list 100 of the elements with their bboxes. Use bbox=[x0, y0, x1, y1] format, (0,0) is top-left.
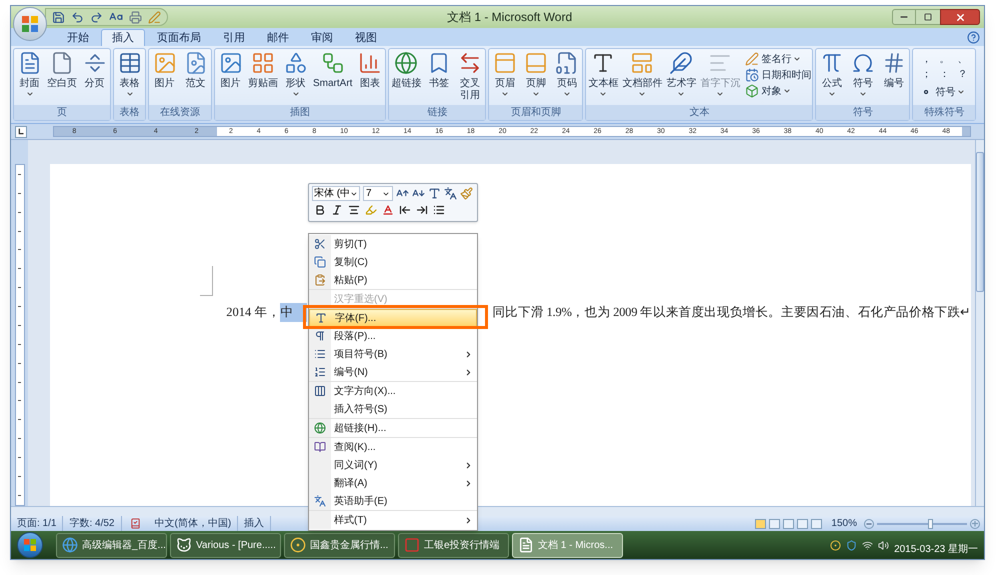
save-icon[interactable] bbox=[52, 10, 65, 24]
increase-indent-icon[interactable] bbox=[416, 204, 428, 216]
page-number-icon bbox=[554, 51, 579, 75]
ribbon-button[interactable]: 书签 bbox=[424, 49, 454, 90]
styles-icon[interactable] bbox=[428, 187, 441, 200]
menu-item[interactable]: 粘贴(P) bbox=[309, 271, 477, 289]
bullets-icon[interactable] bbox=[433, 204, 445, 216]
proofing-icon[interactable] bbox=[130, 518, 140, 529]
menu-item[interactable]: 剪切(T) bbox=[309, 235, 477, 253]
caret-icon bbox=[716, 90, 724, 98]
vertical-scrollbar[interactable] bbox=[975, 140, 984, 506]
decrease-indent-icon[interactable] bbox=[399, 204, 411, 216]
ribbon-button[interactable]: 编号 bbox=[879, 49, 908, 90]
menu-item[interactable]: 英语助手(E) bbox=[309, 492, 477, 510]
menu-item[interactable]: 项目符号(B) bbox=[309, 345, 477, 363]
ribbon-button[interactable]: 图表 bbox=[355, 49, 384, 90]
ribbon-tab[interactable]: 页面布局 bbox=[147, 29, 211, 46]
menu-item[interactable]: 插入符号(S) bbox=[309, 400, 477, 418]
network-icon[interactable] bbox=[862, 540, 874, 550]
ribbon-button[interactable]: 范文 bbox=[181, 49, 210, 90]
tab-stop-icon[interactable] bbox=[15, 126, 27, 138]
volume-icon[interactable] bbox=[878, 540, 890, 550]
shapes-icon bbox=[284, 51, 308, 75]
menu-item[interactable]: 复制(C) bbox=[309, 253, 477, 271]
ribbon-button[interactable]: 文档部件 bbox=[621, 49, 664, 98]
taskbar-button[interactable]: 工银e投资行情端 bbox=[398, 532, 509, 558]
ribbon-tab[interactable]: 引用 bbox=[213, 29, 255, 46]
symbol-button[interactable]: ？ bbox=[955, 67, 970, 82]
menu-item[interactable]: 字体(F)... bbox=[309, 309, 477, 327]
menu-item[interactable]: 样式(T) bbox=[309, 511, 477, 529]
symbol-button[interactable]: ： bbox=[937, 67, 952, 82]
taskbar-button[interactable]: 国鑫贵金属行情... bbox=[284, 532, 395, 558]
paragraph-text: 同比下滑 1.9%，也为 2009 年以来首度出现负增长。主要因石油、石化产品价格下跌↵ bbox=[492, 304, 971, 321]
menu-item[interactable]: 编号(N) bbox=[309, 363, 477, 381]
print-icon[interactable] bbox=[129, 10, 142, 24]
menu-item[interactable]: 同义词(Y) bbox=[309, 456, 477, 474]
small-ribbon-button[interactable]: 符号 bbox=[919, 84, 966, 100]
ribbon-button[interactable]: 图片 bbox=[150, 49, 179, 90]
cat-icon bbox=[176, 537, 192, 553]
symbol-button[interactable]: 。 bbox=[937, 52, 952, 67]
align-center-icon[interactable] bbox=[348, 204, 360, 216]
menu-item[interactable]: 翻译(A) bbox=[309, 474, 477, 492]
redo-icon[interactable] bbox=[90, 10, 103, 24]
hyperlink-icon bbox=[314, 422, 326, 434]
clock-date[interactable]: 2015-03-23 星期一 bbox=[894, 542, 978, 556]
ribbon-tab[interactable]: 开始 bbox=[57, 29, 99, 46]
english-assistant-icon bbox=[314, 495, 326, 507]
taskbar-button[interactable]: 高级编辑器_百度... bbox=[56, 532, 167, 558]
start-button[interactable] bbox=[17, 532, 43, 558]
help-icon[interactable] bbox=[967, 31, 980, 44]
font-size-dropdown[interactable]: 7 bbox=[363, 186, 393, 201]
ribbon-button[interactable]: 封面 bbox=[15, 49, 44, 98]
ribbon-button[interactable]: 页码 bbox=[552, 49, 582, 98]
ribbon-button[interactable]: 公式 bbox=[817, 49, 846, 98]
taskbar-button[interactable]: Various - [Pure..... bbox=[170, 532, 281, 558]
ribbon-button[interactable]: 文本框 bbox=[587, 49, 620, 98]
ribbon-button[interactable]: 超链接 bbox=[390, 49, 422, 90]
ribbon-button[interactable]: 表格 bbox=[115, 49, 144, 98]
tray-icon[interactable] bbox=[830, 540, 842, 550]
font-color-icon[interactable] bbox=[382, 204, 394, 216]
small-ribbon-button[interactable]: 日期和时间 bbox=[745, 67, 812, 83]
ribbon-button[interactable]: 符号 bbox=[848, 49, 878, 98]
menu-item[interactable]: 查阅(K)... bbox=[309, 438, 477, 456]
zoom-thumb[interactable] bbox=[928, 518, 933, 528]
ribbon-tab[interactable]: 视图 bbox=[345, 29, 387, 46]
undo-icon[interactable] bbox=[71, 10, 84, 24]
picture-icon bbox=[152, 51, 176, 75]
italic-icon[interactable] bbox=[331, 204, 343, 216]
ribbon-button[interactable]: 页眉 bbox=[490, 49, 520, 98]
ribbon-button[interactable]: SmartArt bbox=[312, 49, 354, 90]
small-ribbon-button[interactable]: 对象 bbox=[745, 83, 812, 99]
ribbon-button[interactable]: 艺术字 bbox=[665, 49, 698, 98]
close-button[interactable] bbox=[940, 9, 980, 25]
ribbon-tab[interactable]: 审阅 bbox=[301, 29, 343, 46]
menu-item[interactable]: 文字方向(X)... bbox=[309, 382, 477, 400]
ribbon-button[interactable]: 剪贴画 bbox=[247, 49, 279, 90]
ribbon-button[interactable]: 页脚 bbox=[521, 49, 550, 98]
ribbon-button[interactable]: 空白页 bbox=[46, 49, 78, 90]
bold-icon[interactable] bbox=[314, 204, 326, 216]
ribbon-button[interactable]: 图片 bbox=[216, 49, 245, 90]
font-name-dropdown[interactable]: 宋体 (中 bbox=[312, 186, 360, 201]
shield-icon[interactable] bbox=[846, 540, 858, 550]
zoom-level[interactable]: 150% bbox=[831, 516, 857, 531]
phonetic-guide-icon[interactable] bbox=[444, 187, 457, 200]
menu-item[interactable]: 超链接(H)... bbox=[309, 419, 477, 437]
symbol-button[interactable]: 、 bbox=[955, 52, 970, 67]
restore-button[interactable] bbox=[916, 9, 940, 25]
caret-icon bbox=[793, 55, 802, 63]
ribbon-button[interactable]: 分页 bbox=[80, 49, 109, 90]
office-logo-icon bbox=[21, 15, 39, 33]
symbol-button[interactable]: ， bbox=[919, 52, 934, 67]
zoom-out-icon[interactable] bbox=[864, 518, 874, 528]
ribbon-tab[interactable]: 插入 bbox=[101, 29, 145, 46]
ribbon-button[interactable]: 形状 bbox=[281, 49, 310, 98]
ribbon-button[interactable]: 交叉引用 bbox=[455, 49, 484, 102]
symbol-button[interactable]: ； bbox=[919, 67, 934, 82]
document-parts-icon bbox=[630, 51, 654, 75]
group-label: 页 bbox=[14, 105, 110, 120]
ribbon-tab[interactable]: 邮件 bbox=[257, 29, 299, 46]
small-ribbon-button[interactable]: 签名行 bbox=[745, 51, 812, 67]
